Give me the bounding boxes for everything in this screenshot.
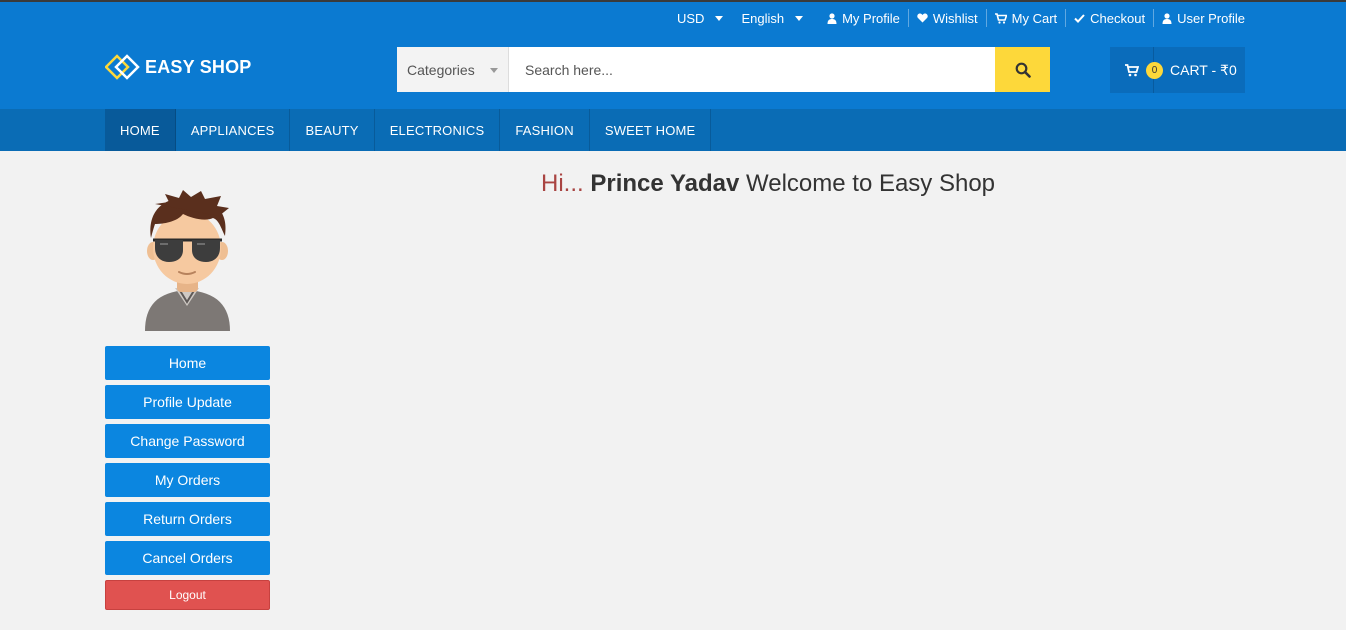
search-button[interactable] — [995, 47, 1050, 92]
currency-select[interactable]: USD — [669, 9, 733, 27]
cart-icon — [1124, 63, 1139, 76]
search-icon — [1015, 62, 1031, 78]
user-icon — [827, 12, 837, 24]
nav-item-sweet-home[interactable]: SWEET HOME — [590, 109, 712, 151]
welcome-heading: Hi... Prince Yadav Welcome to Easy Shop — [541, 170, 995, 198]
my-profile-link[interactable]: My Profile — [819, 9, 908, 27]
language-select[interactable]: English — [733, 9, 813, 27]
nav-item-beauty[interactable]: BEAUTY — [290, 109, 375, 151]
cart-label: CART - ₹0 — [1170, 61, 1237, 78]
brand-logo[interactable]: EASY SHOP — [105, 54, 252, 80]
user-profile-label: User Profile — [1177, 10, 1245, 26]
sidebar-my-orders-button[interactable]: My Orders — [105, 463, 270, 497]
sidebar-home-button[interactable]: Home — [105, 346, 270, 380]
check-icon — [1074, 13, 1085, 23]
logout-button[interactable]: Logout — [105, 580, 270, 610]
search-bar: Categories — [397, 47, 1050, 92]
category-label: Categories — [407, 61, 475, 78]
currency-label: USD — [676, 10, 705, 26]
avatar — [145, 190, 230, 331]
chevron-down-icon — [795, 15, 804, 21]
category-select[interactable]: Categories — [397, 47, 509, 92]
welcome-message: Welcome to Easy Shop — [746, 170, 996, 197]
account-sidebar: Home Profile Update Change Password My O… — [105, 346, 270, 610]
nav-item-home[interactable]: HOME — [105, 109, 176, 151]
chevron-down-icon — [490, 68, 498, 73]
my-cart-label: My Cart — [1011, 10, 1058, 26]
cart-icon — [994, 12, 1007, 24]
search-input[interactable] — [509, 47, 995, 92]
welcome-user-name: Prince Yadav — [590, 170, 740, 197]
cart-button[interactable]: 0 CART - ₹0 — [1110, 47, 1245, 93]
wishlist-label: Wishlist — [932, 10, 978, 26]
main-nav: HOME APPLIANCES BEAUTY ELECTRONICS FASHI… — [0, 109, 1346, 151]
welcome-greeting: Hi... — [541, 170, 584, 197]
checkout-link[interactable]: Checkout — [1065, 9, 1153, 27]
cart-count-badge: 0 — [1146, 62, 1163, 79]
my-profile-label: My Profile — [842, 10, 900, 26]
sidebar-profile-update-button[interactable]: Profile Update — [105, 385, 270, 419]
nav-item-fashion[interactable]: FASHION — [500, 109, 590, 151]
top-bar: USD English My Profile Wishlist My Cart … — [669, 9, 1245, 27]
chevron-down-icon — [715, 15, 724, 21]
nav-item-electronics[interactable]: ELECTRONICS — [375, 109, 501, 151]
brand-name: EASY SHOP — [145, 56, 252, 77]
user-profile-link[interactable]: User Profile — [1153, 9, 1245, 27]
sidebar-return-orders-button[interactable]: Return Orders — [105, 502, 270, 536]
cart-icon-wrap: 0 — [1110, 47, 1163, 93]
sidebar-cancel-orders-button[interactable]: Cancel Orders — [105, 541, 270, 575]
user-icon — [1162, 12, 1172, 24]
header: USD English My Profile Wishlist My Cart … — [0, 2, 1346, 109]
logo-icon — [105, 54, 140, 80]
heart-icon — [917, 13, 928, 23]
nav-item-appliances[interactable]: APPLIANCES — [176, 109, 291, 151]
language-label: English — [741, 10, 785, 26]
my-cart-link[interactable]: My Cart — [985, 9, 1066, 27]
checkout-label: Checkout — [1090, 10, 1146, 26]
sidebar-change-password-button[interactable]: Change Password — [105, 424, 270, 458]
wishlist-link[interactable]: Wishlist — [907, 9, 986, 27]
